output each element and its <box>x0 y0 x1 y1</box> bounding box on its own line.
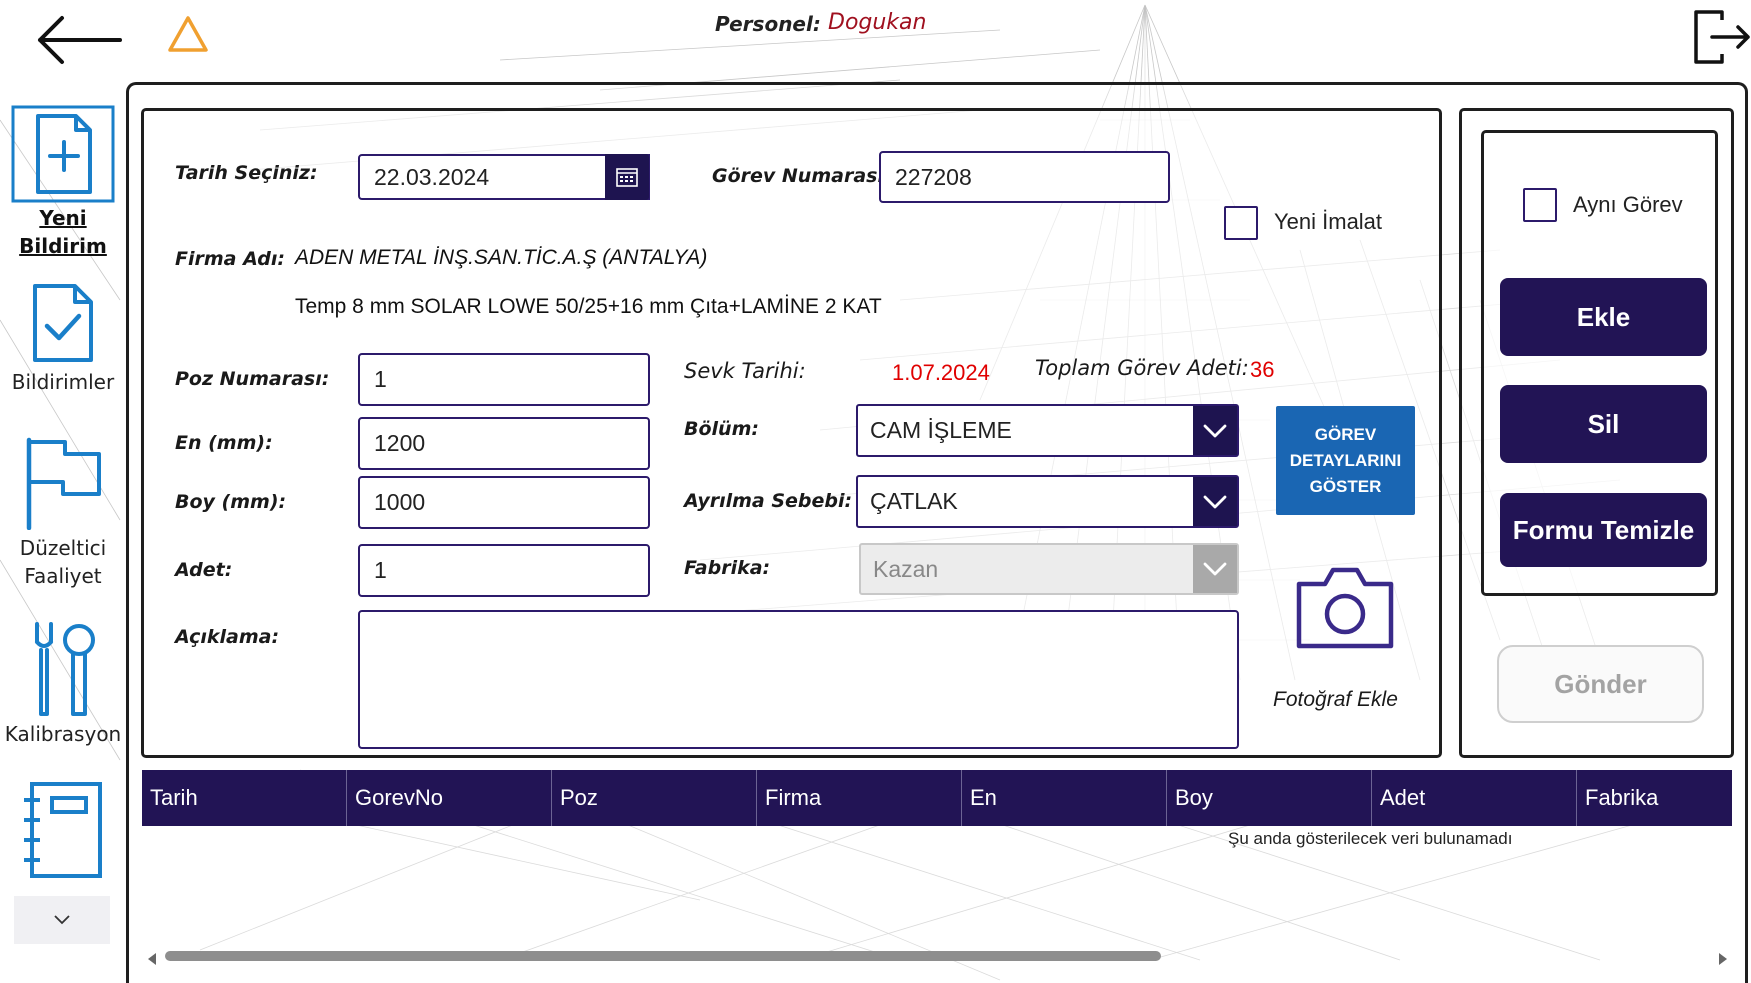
nav-label: Bildirimler <box>11 370 115 394</box>
gorev-detay-button[interactable]: GÖREV DETAYLARINI GÖSTER <box>1276 406 1415 515</box>
tarih-label: Tarih Seçiniz: <box>175 162 318 184</box>
column-header-tarih[interactable]: Tarih <box>142 770 347 826</box>
aciklama-textarea[interactable] <box>358 610 1239 749</box>
table-empty-message: Şu anda gösterilecek veri bulunamadı <box>1228 829 1513 848</box>
fabrika-selected: Kazan <box>873 555 939 582</box>
new-document-icon <box>11 105 115 203</box>
adet-label: Adet: <box>175 559 233 581</box>
nav-item-notebook[interactable] <box>0 780 126 880</box>
foto-label: Fotoğraf Ekle <box>1273 688 1398 711</box>
bolum-selected: CAM İŞLEME <box>870 417 1012 443</box>
column-header-firma[interactable]: Firma <box>757 770 962 826</box>
ayrilma-selected: ÇATLAK <box>870 488 958 514</box>
calendar-icon <box>616 168 638 187</box>
nav-item-duzeltici-faaliyet[interactable]: Düzeltici Faaliyet <box>0 436 126 590</box>
product-description: Temp 8 mm SOLAR LOWE 50/25+16 mm Çıta+LA… <box>295 295 882 318</box>
camera-icon <box>1296 567 1394 649</box>
boy-input[interactable]: 1000 <box>358 476 650 529</box>
personel-label: Personel: <box>715 12 821 36</box>
column-header-en[interactable]: En <box>962 770 1167 826</box>
back-arrow-button[interactable] <box>36 14 122 66</box>
gorev-no-input[interactable]: 227208 <box>879 151 1170 203</box>
gorev-no-label: Görev Numarası: <box>712 165 892 187</box>
column-header-fabrika[interactable]: Fabrika <box>1577 770 1732 826</box>
ayrilma-dropdown[interactable]: ÇATLAK <box>856 475 1239 528</box>
firma-label: Firma Adı: <box>175 248 285 270</box>
en-input[interactable]: 1200 <box>358 417 650 470</box>
tools-icon <box>35 622 95 716</box>
back-arrow-icon <box>38 16 122 64</box>
sevk-value: 1.07.2024 <box>892 360 990 385</box>
bolum-label: Bölüm: <box>684 418 759 440</box>
gonder-button[interactable]: Gönder <box>1497 645 1704 723</box>
warning-triangle-icon[interactable] <box>166 14 210 54</box>
yeni-imalat-checkbox[interactable] <box>1224 206 1258 240</box>
boy-label: Boy (mm): <box>175 491 287 513</box>
camera-button[interactable] <box>1295 564 1395 650</box>
flag-icon <box>26 437 101 530</box>
notebook-icon <box>24 782 102 878</box>
nav-item-bildirimler[interactable]: Bildirimler <box>0 282 126 396</box>
chevron-down-icon <box>1193 406 1237 455</box>
horizontal-scrollbar-thumb[interactable] <box>165 951 1161 961</box>
ayrilma-label: Ayrılma Sebebi: <box>684 490 853 512</box>
nav-item-kalibrasyon[interactable]: Kalibrasyon <box>0 620 126 748</box>
aciklama-label: Açıklama: <box>175 626 280 648</box>
formu-temizle-button[interactable]: Formu Temizle <box>1500 493 1707 567</box>
chevron-down-icon <box>1193 477 1237 526</box>
nav-label: Kalibrasyon <box>4 722 122 746</box>
ayni-gorev-label: Aynı Görev <box>1573 192 1683 217</box>
toplam-label: Toplam Görev Adeti: <box>1035 356 1249 380</box>
sevk-label: Sevk Tarihi: <box>684 359 806 383</box>
nav-label-line2: Faaliyet <box>24 564 102 588</box>
personel-name: Dogukan <box>828 10 927 35</box>
fabrika-label: Fabrika: <box>684 557 771 579</box>
toplam-value: 36 <box>1250 357 1275 382</box>
column-header-gorevno[interactable]: GorevNo <box>347 770 552 826</box>
table-header: Tarih GorevNo Poz Firma En Boy Adet Fabr… <box>142 770 1732 826</box>
bolum-dropdown[interactable]: CAM İŞLEME <box>856 404 1239 457</box>
scroll-left-arrow[interactable] <box>147 950 157 969</box>
column-header-adet[interactable]: Adet <box>1372 770 1577 826</box>
logout-icon <box>1694 10 1750 64</box>
poz-input[interactable]: 1 <box>358 353 650 406</box>
yeni-imalat-label: Yeni İmalat <box>1274 209 1383 234</box>
ayni-gorev-checkbox[interactable] <box>1523 188 1557 222</box>
nav-label: Yeni Bildirim <box>19 206 107 258</box>
chevron-down-icon <box>1193 545 1237 593</box>
nav-label: Düzeltici <box>19 536 107 560</box>
chevron-down-icon <box>54 915 70 925</box>
firma-value: ADEN METAL İNŞ.SAN.TİC.A.Ş (ANTALYA) <box>295 246 708 269</box>
column-header-boy[interactable]: Boy <box>1167 770 1372 826</box>
column-header-poz[interactable]: Poz <box>552 770 757 826</box>
fabrika-dropdown[interactable]: Kazan <box>859 543 1239 595</box>
sil-button[interactable]: Sil <box>1500 385 1707 463</box>
ekle-button[interactable]: Ekle <box>1500 278 1707 356</box>
en-label: En (mm): <box>175 432 273 454</box>
calendar-button[interactable] <box>605 154 649 200</box>
adet-input[interactable]: 1 <box>358 544 650 597</box>
poz-label: Poz Numarası: <box>175 368 330 390</box>
checked-document-icon <box>33 284 93 362</box>
scroll-right-arrow[interactable] <box>1718 950 1728 969</box>
logout-button[interactable] <box>1692 8 1750 66</box>
nav-scroll-down-button[interactable] <box>14 896 110 944</box>
nav-item-yeni-bildirim[interactable]: Yeni Bildirim <box>0 104 126 260</box>
